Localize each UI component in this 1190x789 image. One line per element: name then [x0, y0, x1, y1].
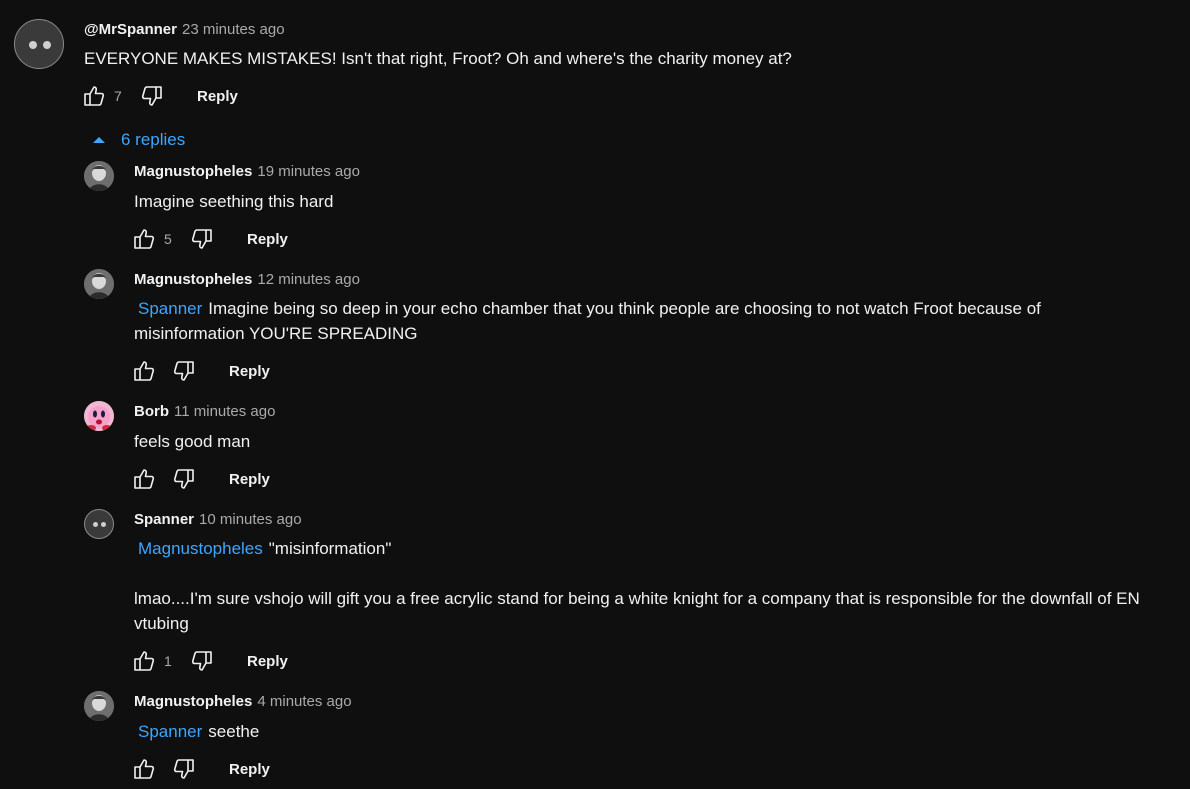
comment-text: EVERYONE MAKES MISTAKES! Isn't that righ…: [84, 49, 792, 68]
author-name[interactable]: Spanner: [134, 511, 194, 528]
author-name[interactable]: Borb: [134, 403, 169, 420]
mention-link[interactable]: Spanner: [138, 722, 202, 741]
like-count: 5: [164, 231, 172, 247]
thumb-down-icon: [172, 467, 196, 491]
thumb-down-icon: [172, 757, 196, 781]
author-name[interactable]: @MrSpanner: [84, 21, 177, 38]
mention-link[interactable]: Magnustopheles: [138, 539, 263, 558]
timestamp[interactable]: 12 minutes ago: [257, 271, 360, 288]
mention-link[interactable]: Spanner: [138, 299, 202, 318]
avatar[interactable]: [14, 19, 64, 69]
reply-button[interactable]: Reply: [247, 231, 288, 248]
thumb-up-icon: [132, 467, 156, 491]
like-button[interactable]: [132, 359, 156, 383]
comment-text-line: seethe: [208, 722, 260, 741]
like-button[interactable]: [132, 467, 156, 491]
comment-text: feels good man: [134, 432, 251, 451]
like-button[interactable]: [132, 649, 156, 673]
replies-toggle-button[interactable]: 6 replies: [91, 130, 201, 151]
like-count: 1: [164, 653, 172, 669]
like-count: 7: [114, 88, 122, 104]
avatar-image: [84, 269, 114, 299]
comment-text: Spanner Imagine being so deep in your ech…: [134, 296, 1041, 321]
comment-header: Spanner 10 minutes ago: [134, 511, 302, 528]
timestamp[interactable]: 4 minutes ago: [257, 693, 351, 710]
comment-text-line: misinformation YOU'RE SPREADING: [134, 324, 418, 343]
avatar[interactable]: [84, 269, 114, 299]
author-name[interactable]: Magnustopheles: [134, 693, 252, 710]
dislike-button[interactable]: [190, 227, 214, 251]
comment-text-line: lmao....I'm sure vshojo will gift you a …: [134, 589, 1140, 608]
comment-text-line: vtubing: [134, 614, 189, 633]
avatar[interactable]: [84, 401, 114, 431]
reply-button[interactable]: Reply: [247, 653, 288, 670]
dislike-button[interactable]: [140, 84, 164, 108]
replies-count-label: 6 replies: [121, 130, 186, 149]
comment-header: Magnustopheles 19 minutes ago: [134, 163, 360, 180]
reply-button[interactable]: Reply: [229, 471, 270, 488]
avatar-eye-icon: [101, 522, 106, 527]
thumb-up-icon: [132, 227, 156, 251]
comment-text: Spanner seethe: [134, 719, 259, 744]
avatar-image: [84, 691, 114, 721]
timestamp[interactable]: 11 minutes ago: [174, 403, 275, 420]
avatar-eye-icon: [29, 41, 37, 49]
avatar[interactable]: [84, 161, 114, 191]
avatar-image: [84, 161, 114, 191]
comment-text: Magnustopheles "misinformation": [134, 536, 391, 561]
timestamp[interactable]: 19 minutes ago: [257, 163, 360, 180]
like-button[interactable]: [82, 84, 106, 108]
comment-header: Magnustopheles 12 minutes ago: [134, 271, 360, 288]
comment-header: Borb 11 minutes ago: [134, 403, 275, 420]
like-button[interactable]: [132, 227, 156, 251]
reply-button[interactable]: Reply: [229, 363, 270, 380]
thumb-up-icon: [132, 757, 156, 781]
reply-button[interactable]: Reply: [197, 88, 238, 105]
comment-header: @MrSpanner 23 minutes ago: [84, 21, 285, 38]
avatar-image: [84, 401, 114, 431]
thumb-down-icon: [190, 227, 214, 251]
avatar-eye-icon: [43, 41, 51, 49]
dislike-button[interactable]: [172, 757, 196, 781]
caret-up-icon: [93, 137, 105, 143]
thumb-up-icon: [82, 84, 106, 108]
comment-header: Magnustopheles 4 minutes ago: [134, 693, 352, 710]
author-name[interactable]: Magnustopheles: [134, 163, 252, 180]
thumb-down-icon: [190, 649, 214, 673]
comment-text-line: "misinformation": [268, 539, 392, 558]
reply-button[interactable]: Reply: [229, 761, 270, 778]
author-name[interactable]: Magnustopheles: [134, 271, 252, 288]
comment-text-line: Imagine being so deep in your echo chamb…: [208, 299, 1041, 318]
like-button[interactable]: [132, 757, 156, 781]
timestamp[interactable]: 23 minutes ago: [182, 21, 285, 38]
avatar-eye-icon: [93, 522, 98, 527]
dislike-button[interactable]: [172, 467, 196, 491]
thumb-down-icon: [172, 359, 196, 383]
timestamp[interactable]: 10 minutes ago: [199, 511, 302, 528]
comment-text: Imagine seething this hard: [134, 192, 334, 211]
thumb-up-icon: [132, 649, 156, 673]
avatar[interactable]: [84, 691, 114, 721]
avatar[interactable]: [84, 509, 114, 539]
dislike-button[interactable]: [172, 359, 196, 383]
dislike-button[interactable]: [190, 649, 214, 673]
thumb-up-icon: [132, 359, 156, 383]
thumb-down-icon: [140, 84, 164, 108]
